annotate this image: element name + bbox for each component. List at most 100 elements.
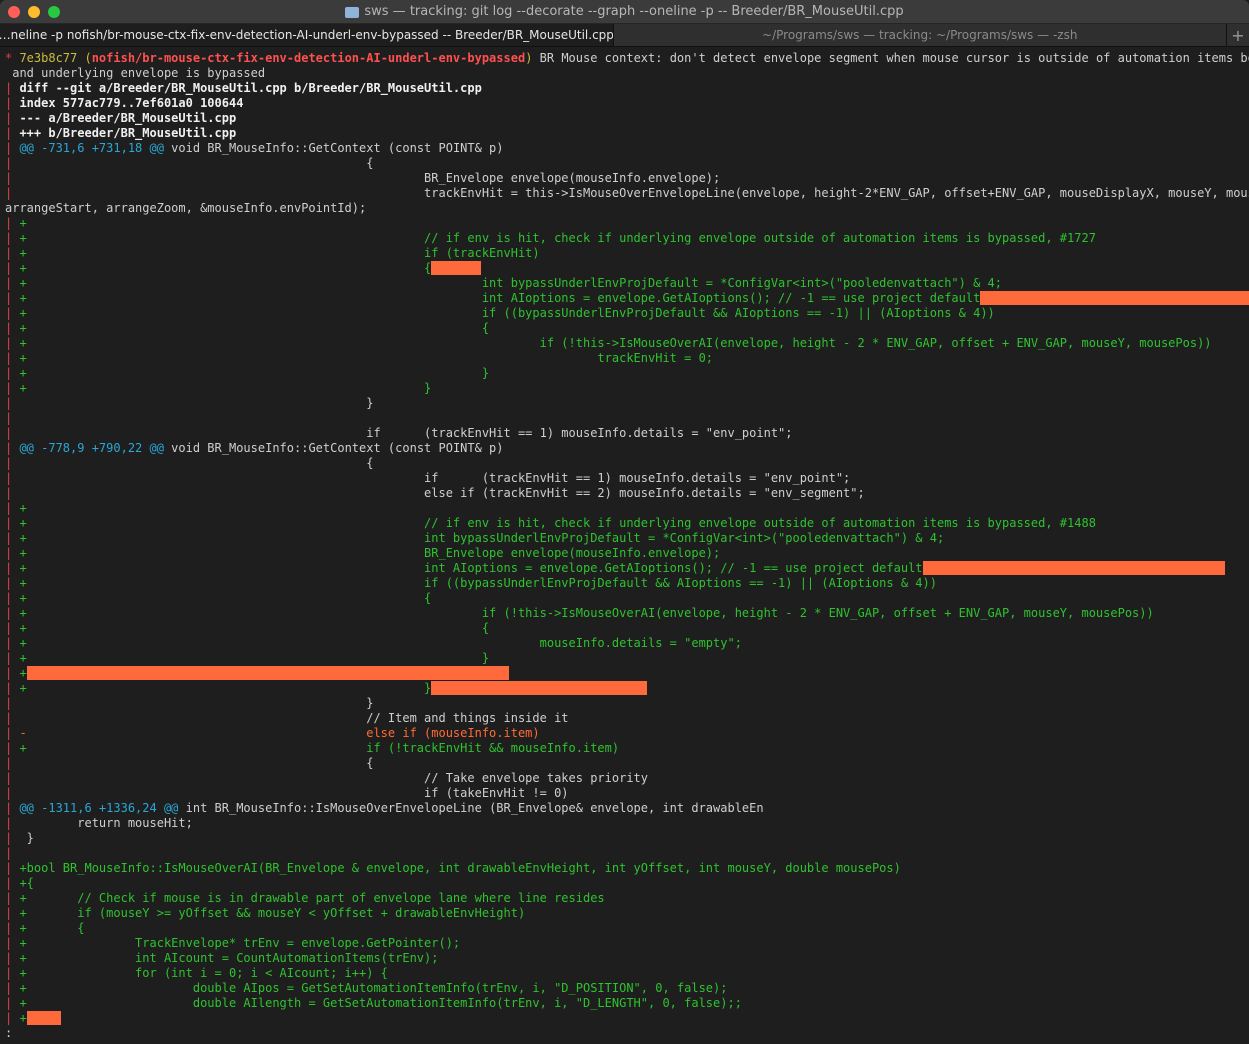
maximize-window-icon[interactable] <box>48 5 60 18</box>
graph-bar: | <box>5 516 20 530</box>
diff-line: | + double AIlength = GetSetAutomationIt… <box>5 996 1249 1011</box>
graph-bar: | <box>5 456 20 470</box>
graph-bar: | <box>5 546 20 560</box>
commit-hash: 7e3b8c77 <box>19 51 78 65</box>
diff-line: | + { <box>5 591 1249 606</box>
diff-line-text: { <box>19 156 374 170</box>
graph-bar: | <box>5 621 20 635</box>
minimize-window-icon[interactable] <box>28 5 40 18</box>
tab-zsh[interactable]: ~/Programs/sws — tracking: ~/Programs/sw… <box>613 24 1226 46</box>
diff-line: | + if (mouseY >= yOffset && mouseY < yO… <box>5 906 1249 921</box>
diff-line: | + BR_Envelope envelope(mouseInfo.envel… <box>5 546 1249 561</box>
graph-bar: | <box>5 486 20 500</box>
diff-line-text: + <box>19 666 27 680</box>
diff-line: | + <box>5 666 1249 681</box>
diff-line-text: + BR_Envelope envelope(mouseInfo.envelop… <box>19 546 721 560</box>
tab-git-log[interactable]: …neline -p nofish/br-mouse-ctx-fix-env-d… <box>0 24 614 46</box>
graph-bar: | <box>5 861 20 875</box>
new-tab-button[interactable]: + <box>1226 24 1249 46</box>
graph-bar: | <box>5 291 20 305</box>
graph-bar: | <box>5 756 20 770</box>
diff-line: | { <box>5 756 1249 771</box>
diff-line: | + if (!this->IsMouseOverAI(envelope, h… <box>5 336 1249 351</box>
graph-bar: | <box>5 381 20 395</box>
hunk-context: void BR_MouseInfo::GetContext (const POI… <box>163 441 504 455</box>
diff-line-text: { <box>19 456 374 470</box>
close-window-icon[interactable] <box>8 5 20 18</box>
diff-line-text: + int AIcount = CountAutomationItems(trE… <box>19 951 439 965</box>
diff-line: | + trackEnvHit = 0; <box>5 351 1249 366</box>
diff-line-text: + mouseInfo.details = "empty"; <box>19 636 742 650</box>
graph-bar: | <box>5 651 20 665</box>
diff-line-text: + double AIlength = GetSetAutomationItem… <box>19 996 742 1010</box>
graph-bar: | <box>5 966 20 980</box>
graph-bar: | <box>5 831 20 845</box>
graph-bar: | <box>5 741 20 755</box>
diff-line-text: + double AIpos = GetSetAutomationItemInf… <box>19 981 728 995</box>
diff-line-text: + if ((bypassUnderlEnvProjDefault && AIo… <box>19 576 937 590</box>
diff-line-text: @@ -1311,6 +1336,24 @@ <box>19 801 179 815</box>
diff-line: | + <box>5 501 1249 516</box>
diff-line-text: if (trackEnvHit == 1) mouseInfo.details … <box>19 471 851 485</box>
diff-line-text: + { <box>19 261 432 275</box>
graph-bar: | <box>5 336 20 350</box>
graph-bar: | <box>5 726 20 740</box>
redaction-block <box>431 681 648 695</box>
graph-bar: | <box>5 426 20 440</box>
diff-line: | + if ((bypassUnderlEnvProjDefault && A… <box>5 306 1249 321</box>
diff-line: | } <box>5 696 1249 711</box>
diff-line-text: + } <box>19 366 490 380</box>
hunk-context: void BR_MouseInfo::GetContext (const POI… <box>163 141 504 155</box>
graph-bar: | <box>5 951 20 965</box>
diff-line-text: + // if env is hit, check if underlying … <box>19 516 1096 530</box>
diff-line: | + int bypassUnderlEnvProjDefault = *Co… <box>5 531 1249 546</box>
diff-line: | + int AIoptions = envelope.GetAIoption… <box>5 561 1249 576</box>
diff-line: | --- a/Breeder/BR_MouseUtil.cpp <box>5 111 1249 126</box>
graph-bar: | <box>5 936 20 950</box>
diff-line: | +bool BR_MouseInfo::IsMouseOverAI(BR_E… <box>5 861 1249 876</box>
diff-line-text: + <box>19 1011 27 1025</box>
graph-bar: | <box>5 321 20 335</box>
diff-line-text: BR_Envelope envelope(mouseInfo.envelope)… <box>19 171 721 185</box>
window-title-text: sws — tracking: git log --decorate --gra… <box>364 4 904 19</box>
diff-line: | + { <box>5 621 1249 636</box>
diff-line-text: + { <box>19 321 490 335</box>
diff-line-text: + <box>19 216 27 230</box>
diff-line-text: } <box>19 396 374 410</box>
graph-bar: | <box>5 411 20 425</box>
redaction-block <box>431 261 482 275</box>
graph-bar: | <box>5 501 20 515</box>
diff-line-text: @@ -731,6 +731,18 @@ <box>19 141 164 155</box>
diff-line-text: + <box>19 501 27 515</box>
diff-line-text: + int bypassUnderlEnvProjDefault = *Conf… <box>19 276 1002 290</box>
diff-line-text: + // Check if mouse is in drawable part … <box>19 891 605 905</box>
tab-bar: …neline -p nofish/br-mouse-ctx-fix-env-d… <box>0 24 1249 47</box>
graph-bar: | <box>5 576 20 590</box>
diff-line: | @@ -778,9 +790,22 @@ void BR_MouseInfo… <box>5 441 1249 456</box>
diff-line-text: } <box>19 831 34 845</box>
diff-line: | + } <box>5 381 1249 396</box>
graph-bar: | <box>5 156 20 170</box>
diff-line: | + int AIcount = CountAutomationItems(t… <box>5 951 1249 966</box>
diff-line-text: if (trackEnvHit == 1) mouseInfo.details … <box>19 426 793 440</box>
terminal-output[interactable]: * 7e3b8c77 (nofish/br-mouse-ctx-fix-env-… <box>0 47 1249 1041</box>
graph-bar: | <box>5 891 20 905</box>
diff-line: | <box>5 846 1249 861</box>
commit-message: BR Mouse context: don't detect envelope … <box>532 51 1249 65</box>
folder-icon <box>345 7 360 18</box>
diff-line: | @@ -1311,6 +1336,24 @@ int BR_MouseInf… <box>5 801 1249 816</box>
graph-bar: | <box>5 996 20 1010</box>
diff-line-text: + { <box>19 921 85 935</box>
diff-line: | + if ((bypassUnderlEnvProjDefault && A… <box>5 576 1249 591</box>
graph-bar: | <box>5 441 20 455</box>
tab-label: ~/Programs/sws — tracking: ~/Programs/sw… <box>762 28 1078 42</box>
pager-prompt[interactable]: : <box>5 1026 1249 1041</box>
graph-bar: | <box>5 801 20 815</box>
diff-body: | diff --git a/Breeder/BR_MouseUtil.cpp … <box>5 81 1249 1026</box>
diff-line: | + if (trackEnvHit) <box>5 246 1249 261</box>
graph-bar: | <box>5 816 20 830</box>
title-bar: sws — tracking: git log --decorate --gra… <box>0 0 1249 24</box>
redaction-block <box>26 1011 61 1025</box>
redaction-block <box>980 291 1249 305</box>
graph-bar: | <box>5 471 20 485</box>
